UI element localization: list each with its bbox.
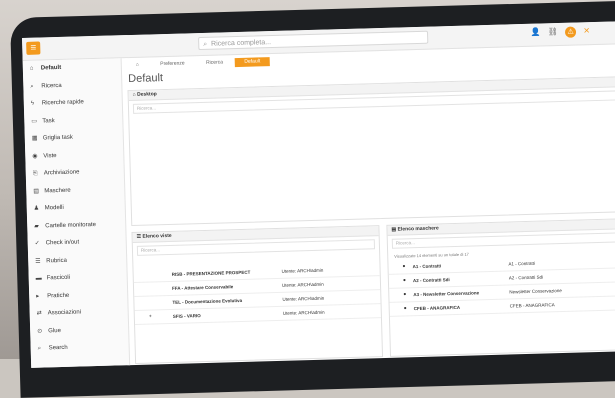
search-icon: ⌕ [37,345,42,352]
views-title-text: Elenco viste [142,232,172,240]
check-icon: ✓ [34,240,40,247]
form-icon: ▤ [33,188,40,195]
row-name: RISB - PRESENTAZIONE PROSPECT [171,269,251,277]
sidebar-item-label: Glue [48,327,61,334]
sidebar-item-label: Modelli [44,204,64,212]
row-value: Newsletter Conservazione [509,288,562,295]
sidebar-item-label: Pratiche [47,292,70,299]
row-name: SFIS - VARIO [172,313,201,319]
row-name: A2 - Contratti Sdi [412,277,450,284]
task-icon: ▭ [31,118,38,125]
sidebar-item-label: Rubrica [46,257,67,264]
user-icon: ● [403,291,407,298]
tab-preferenze[interactable]: Preferenze [150,59,195,69]
bolt-icon: ϟ [30,100,35,107]
row-value: CFEB - ANAGRAFICA [509,302,555,309]
sidebar-item-label: Archiviazione [43,169,80,177]
sidebar-item-label: Fascicoli [46,274,71,282]
folder-icon: ▰ [34,223,39,230]
home-icon[interactable]: ⌂ [126,60,149,70]
row-owner: Utente: ARCH\admin [281,281,324,288]
sidebar-item-label: Cartelle monitorate [45,221,97,229]
user-icon[interactable]: 👤 [530,28,540,37]
topbar-icons: 👤 ⛓ ⚠ ✕ [525,26,590,39]
eye-icon: ◉ [32,153,38,160]
link-icon[interactable]: ⛓ [548,27,558,36]
archive-icon: ⎘ [32,170,38,177]
forms-panel: ▤ Elenco maschere Ricerca... Visualizzat… [386,218,615,357]
association-icon: ⇄ [36,310,42,317]
row-name: A3 - Newsletter Conservazione [413,290,480,298]
search-icon: ⌕ [203,40,208,48]
sidebar-item[interactable]: ⌕ Search [30,338,128,358]
case-icon: ▸ [36,293,40,300]
desktop-panel: ⌂ Desktop Ricerca... [127,76,615,227]
forms-title-text: Elenco maschere [397,225,439,233]
plus-icon: + [148,313,152,320]
views-panel: ☰ Elenco viste Ricerca... RISB - PRESENT… [131,225,384,364]
sidebar-item-label: Task [42,117,55,124]
row-name: FFA - Attestare Conservabile [171,284,234,291]
sidebar-item-label: Griglia task [42,134,73,142]
page-title: Default [128,72,164,86]
sidebar-item-label: Default [40,64,62,72]
search-icon: ⌕ [30,83,34,90]
tab-bar: ⌂ Preferenze Ricerca Default [126,57,271,70]
sidebar-item-label: Ricerche rapide [41,99,84,107]
sidebar-item-label: Maschere [44,187,71,194]
model-icon: ♟ [33,205,40,212]
grid-icon: ▦ [31,135,38,142]
sidebar-item-label: Associazioni [47,309,82,317]
row-owner: Utente: ARCH\admin [282,295,325,302]
row-owner: Utente: ARCH\admin [281,267,324,274]
sidebar-item-label: Ricerca [41,82,62,89]
sidebar-item-label: Check in/out [45,239,80,247]
search-placeholder: Ricerca completa... [211,39,272,48]
sidebar: ⌂ Default ⌕ Ricerca ϟ Ricerche rapide ▭ Task… [22,58,131,368]
bell-icon[interactable]: ⚠ [564,26,577,38]
menu-toggle-button[interactable]: ≡ [26,41,41,55]
book-icon: ☰ [35,258,41,265]
app-screen: ≡ ⌕ Ricerca completa... 👤 ⛓ ⚠ ✕ ⌂ Default… [22,21,615,368]
sidebar-item-label: Search [48,344,68,352]
row-value: A2 - Contratti Sdi [508,274,544,281]
sidebar-item-label: Viste [43,152,57,159]
home-icon: ⌂ [29,65,34,72]
user-icon: ● [402,263,406,270]
glue-icon: ⊙ [37,328,43,335]
desktop-title-text: Desktop [136,91,157,98]
user-icon: ● [402,277,407,284]
tab-ricerca[interactable]: Ricerca [196,58,233,68]
tools-icon[interactable]: ✕ [583,26,590,35]
fascicle-icon: ▬ [35,275,42,282]
row-owner: Utente: ARCH\admin [282,309,325,316]
row-name: A1 - Contratti [412,263,442,270]
tab-default[interactable]: Default [234,57,271,68]
main-content: ⌂ Preferenze Ricerca Default Default ⌂ D… [122,44,615,368]
row-name: CFEB - ANAGRAFICA [413,304,461,312]
row-value: A1 - Contratti [508,260,536,267]
row-name: TEL - Documentazione Evolutiva [172,297,243,305]
global-search-input[interactable]: ⌕ Ricerca completa... [198,30,429,51]
user-icon: ● [403,305,407,312]
